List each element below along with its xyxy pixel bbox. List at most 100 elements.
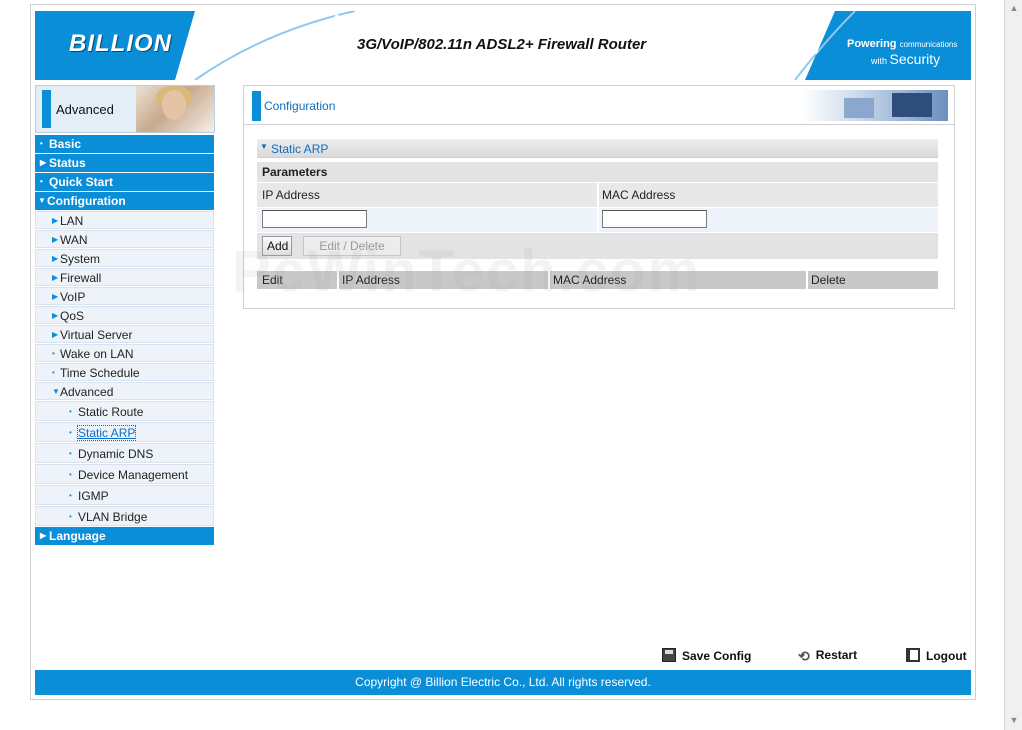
nav-label: Static Route [78,405,144,419]
vertical-scrollbar[interactable]: ▲ ▼ [1004,0,1022,730]
nav-system[interactable]: ▶ System [35,249,214,267]
nav-label: Firewall [60,271,102,285]
nav-language[interactable]: ▶ Language [35,527,214,545]
expand-arrow-icon: ▶ [52,311,59,320]
page-header: BILLION 3G/VoIP/802.11n ADSL2+ Firewall … [35,11,971,80]
bullet-icon: • [69,428,72,437]
tagline-bold: Powering [847,38,897,50]
copyright-bar: Copyright @ Billion Electric Co., Ltd. A… [35,670,971,695]
nav-wan[interactable]: ▶ WAN [35,230,214,248]
scroll-up-icon[interactable]: ▲ [1008,2,1020,14]
restart-button[interactable]: ⟲ Restart [798,648,857,665]
nav-voip[interactable]: ▶ VoIP [35,287,214,305]
nav-device-management[interactable]: • Device Management [35,464,214,484]
bullet-icon: • [40,139,43,148]
nav-basic[interactable]: • Basic [35,135,214,153]
tagline-with: with [871,56,888,66]
logout-door-icon [906,648,920,662]
billion-logo: BILLION [69,30,172,57]
bullet-icon: • [69,491,72,500]
field-labels-row: IP Address MAC Address [257,183,938,207]
expand-arrow-icon: ▶ [52,292,59,301]
logout-button[interactable]: Logout [906,648,967,663]
nav-time-schedule[interactable]: • Time Schedule [35,363,214,381]
nav-virtual-server[interactable]: ▶ Virtual Server [35,325,214,343]
bullet-icon: • [69,449,72,458]
nav-label: Status [49,156,86,170]
parameters-label: Parameters [262,165,328,179]
bullet-icon: • [52,349,55,358]
nav-label: Time Schedule [60,366,140,380]
nav-label: Basic [49,137,82,151]
nav-label: Virtual Server [60,328,133,342]
save-config-button[interactable]: Save Config [662,648,751,663]
nav-label: Wake on LAN [60,347,134,361]
sidebar-banner: Advanced [35,85,215,133]
expand-arrow-icon: ▶ [52,254,59,263]
nav-quick-start[interactable]: • Quick Start [35,173,214,191]
banner-accent [42,90,51,128]
section-header: Configuration [244,86,954,125]
nav-qos[interactable]: ▶ QoS [35,306,214,324]
watermark: PcWinTech.com [232,239,702,304]
nav-label: Dynamic DNS [78,447,154,461]
nav-label: Configuration [47,194,126,208]
product-title: 3G/VoIP/802.11n ADSL2+ Firewall Router [357,36,647,53]
expand-arrow-icon: ▶ [52,330,59,339]
sidebar-nav: • Basic ▶ Status • Quick Start ▼ Configurati… [35,135,214,546]
section-title: Configuration [264,99,336,113]
tagline-security: Security [889,51,941,67]
tagline-small: communications [899,40,958,49]
bullet-icon: • [52,368,55,377]
mac-address-input[interactable] [602,210,707,228]
nav-label-active[interactable]: Static ARP [76,425,137,441]
field-inputs-row [257,208,938,232]
nav-status[interactable]: ▶ Status [35,154,214,172]
nav-dynamic-dns[interactable]: • Dynamic DNS [35,443,214,463]
nav-label: Language [49,529,106,543]
bullet-icon: • [69,470,72,479]
parameters-row: Parameters [257,162,938,182]
nav-wake-on-lan[interactable]: • Wake on LAN [35,344,214,362]
section-accent [252,91,261,121]
col-delete: Delete [811,273,846,287]
nav-advanced[interactable]: ▼ Advanced [35,382,214,400]
nav-igmp[interactable]: • IGMP [35,485,214,505]
nav-label: Device Management [78,468,189,482]
nav-vlan-bridge[interactable]: • VLAN Bridge [35,506,214,526]
nav-label: QoS [60,309,85,323]
expand-arrow-icon: ▶ [52,216,59,225]
static-arp-panel-header[interactable]: ▼ Static ARP [257,139,938,158]
nav-firewall[interactable]: ▶ Firewall [35,268,214,286]
section-photo [802,90,948,121]
banner-photo [136,86,214,132]
banner-label: Advanced [56,102,114,117]
floppy-disk-icon [662,648,676,662]
expand-arrow-icon: ▶ [40,158,47,167]
nav-label: VoIP [60,290,86,304]
save-config-label: Save Config [682,649,752,663]
nav-lan[interactable]: ▶ LAN [35,211,214,229]
expand-arrow-icon: ▶ [52,235,59,244]
nav-label: IGMP [78,489,109,503]
nav-label: Quick Start [49,175,114,189]
scroll-down-icon[interactable]: ▼ [1008,714,1020,726]
bullet-icon: • [69,512,72,521]
collapse-arrow-icon: ▼ [52,387,60,396]
nav-static-route[interactable]: • Static Route [35,401,214,421]
nav-static-arp[interactable]: • Static ARP [35,422,214,442]
ip-address-input[interactable] [262,210,367,228]
collapse-arrow-icon: ▼ [38,196,46,205]
nav-configuration[interactable]: ▼ Configuration [35,192,214,210]
restart-label: Restart [815,648,858,662]
restart-icon: ⟲ [798,648,810,664]
nav-label: VLAN Bridge [78,510,148,524]
nav-label: LAN [60,214,84,228]
panel-title: Static ARP [271,142,329,156]
nav-label: Advanced [60,385,114,399]
bullet-icon: • [40,177,43,186]
collapse-arrow-icon: ▼ [260,142,268,151]
footer-actions: Save Config ⟲ Restart Logout [0,648,1000,668]
expand-arrow-icon: ▶ [52,273,59,282]
nav-label: System [60,252,101,266]
